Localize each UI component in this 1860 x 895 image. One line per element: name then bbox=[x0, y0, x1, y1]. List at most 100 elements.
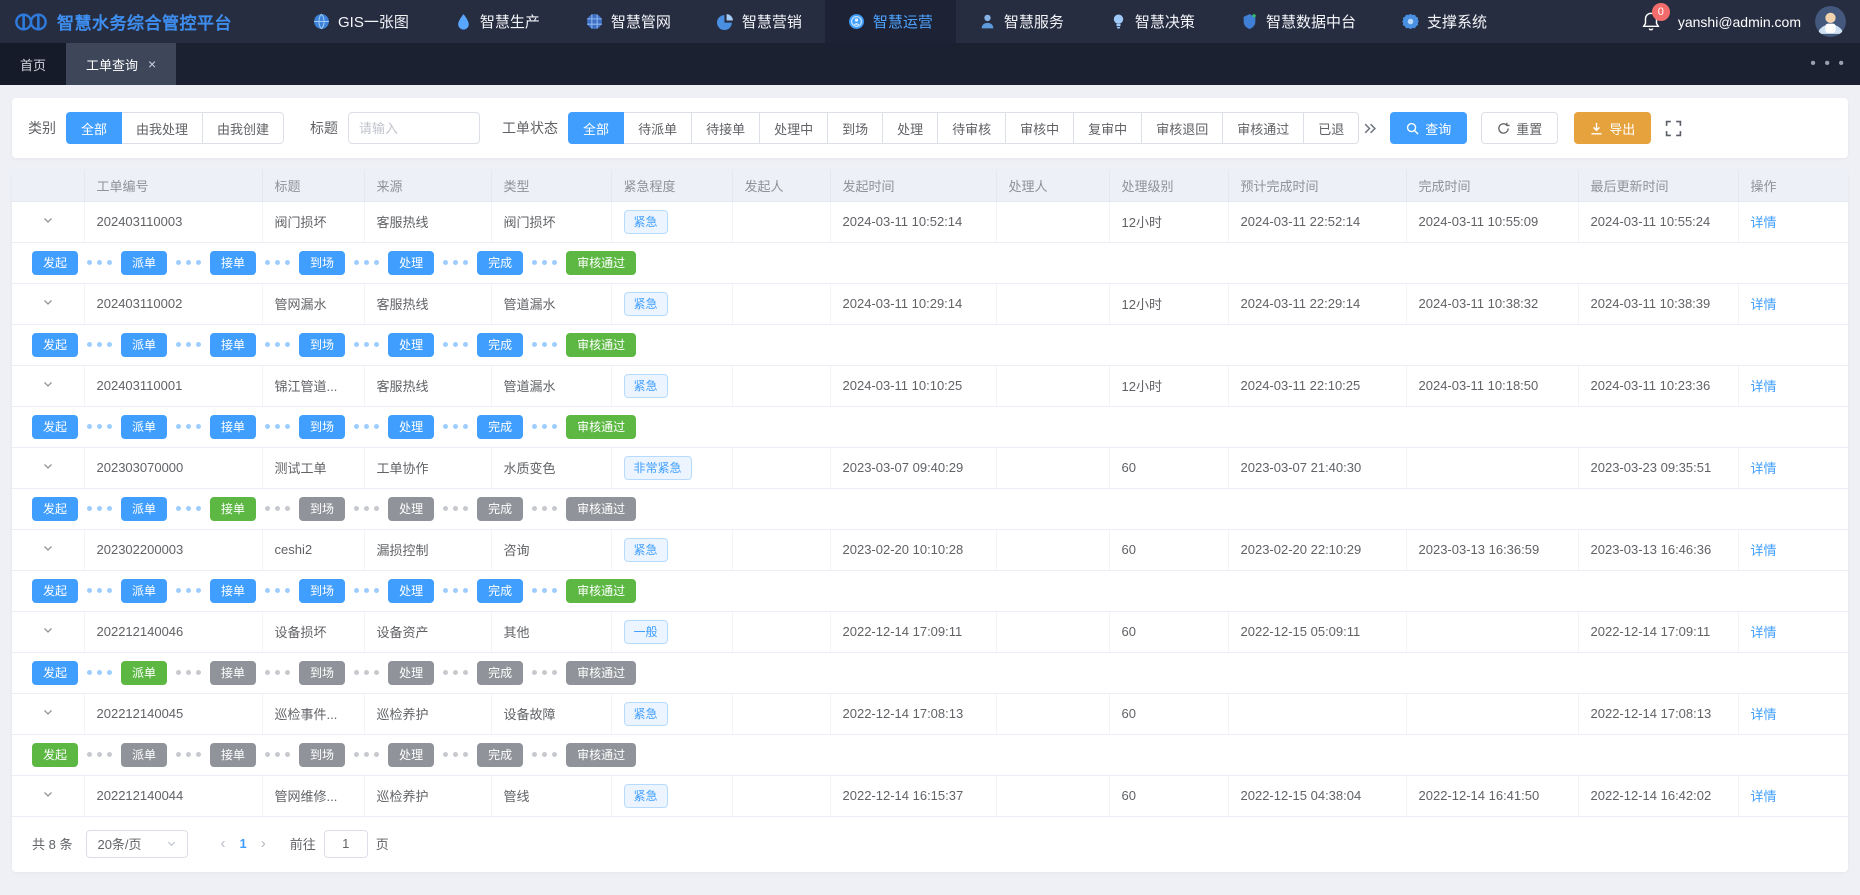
status-chip-5[interactable]: 处理 bbox=[883, 112, 938, 144]
status-chip-8[interactable]: 复审中 bbox=[1074, 112, 1142, 144]
status-chip-0[interactable]: 全部 bbox=[568, 112, 624, 144]
goto-page-input[interactable] bbox=[324, 830, 368, 858]
nav-item-4[interactable]: 智慧运营 bbox=[825, 0, 956, 43]
cell-start_time: 2024-03-11 10:29:14 bbox=[830, 283, 996, 324]
row-expander-icon[interactable] bbox=[12, 283, 84, 324]
page-size-select[interactable]: 20条/页 bbox=[86, 830, 188, 858]
status-chip-3[interactable]: 处理中 bbox=[760, 112, 828, 144]
notification-bell-icon[interactable]: 0 bbox=[1640, 10, 1664, 34]
row-expander-icon[interactable] bbox=[12, 693, 84, 734]
more-statuses-icon[interactable] bbox=[1363, 122, 1376, 135]
column-header-0: 工单编号 bbox=[84, 170, 262, 201]
category-chip-2[interactable]: 由我创建 bbox=[203, 112, 284, 144]
detail-link[interactable]: 详情 bbox=[1751, 789, 1777, 804]
table-row-5: 202212140046设备损坏设备资产其他一般2022-12-14 17:09… bbox=[12, 611, 1848, 652]
workflow-step-badge: 派单 bbox=[121, 497, 167, 521]
workflow-dots bbox=[176, 670, 201, 675]
detail-link[interactable]: 详情 bbox=[1751, 461, 1777, 476]
cell-source: 客服热线 bbox=[364, 201, 491, 242]
user-email[interactable]: yanshi@admin.com bbox=[1678, 14, 1801, 30]
detail-link[interactable]: 详情 bbox=[1751, 215, 1777, 230]
workflow-step-badge: 审核通过 bbox=[566, 333, 636, 357]
cell-order_no: 202212140045 bbox=[84, 693, 262, 734]
cell-update_time: 2022-12-14 17:08:13 bbox=[1578, 693, 1738, 734]
category-chip-0[interactable]: 全部 bbox=[66, 112, 122, 144]
cell-level: 60 bbox=[1109, 775, 1228, 816]
topbar-right: 0 yanshi@admin.com bbox=[1640, 6, 1846, 37]
status-chip-1[interactable]: 待派单 bbox=[624, 112, 692, 144]
nav-item-2[interactable]: 智慧管网 bbox=[563, 0, 694, 43]
status-chip-2[interactable]: 待接单 bbox=[692, 112, 760, 144]
row-expander-icon[interactable] bbox=[12, 365, 84, 406]
workflow-dots bbox=[87, 670, 112, 675]
cell-start_time: 2023-02-20 10:10:28 bbox=[830, 529, 996, 570]
water-drop-icon bbox=[455, 13, 472, 30]
table-row-7: 202212140044管网维修...巡检养护管线紧急2022-12-14 16… bbox=[12, 775, 1848, 816]
cell-source: 漏损控制 bbox=[364, 529, 491, 570]
cell-finish_time: 2022-12-14 16:41:50 bbox=[1406, 775, 1578, 816]
tab-overflow-menu-icon[interactable]: • • • bbox=[1810, 43, 1846, 85]
nav-item-0[interactable]: GIS一张图 bbox=[290, 0, 432, 43]
table-header-row: 工单编号标题来源类型紧急程度发起人发起时间处理人处理级别预计完成时间完成时间最后… bbox=[12, 170, 1848, 201]
workflow-dots bbox=[532, 424, 557, 429]
next-page-icon[interactable]: › bbox=[251, 835, 276, 852]
workflow-dots bbox=[176, 506, 201, 511]
status-chip-9[interactable]: 审核退回 bbox=[1142, 112, 1223, 144]
cell-finish_time bbox=[1406, 693, 1578, 734]
export-button[interactable]: 导出 bbox=[1574, 112, 1651, 144]
status-chip-6[interactable]: 待审核 bbox=[938, 112, 1006, 144]
avatar[interactable] bbox=[1815, 6, 1846, 37]
workflow-dots bbox=[265, 588, 290, 593]
workflow-step-badge: 处理 bbox=[388, 415, 434, 439]
tab-0[interactable]: 首页 bbox=[0, 43, 66, 85]
urgency-badge: 紧急 bbox=[624, 538, 668, 562]
cell-initiator bbox=[732, 447, 830, 488]
title-input[interactable] bbox=[348, 112, 480, 144]
nav-item-6[interactable]: 智慧决策 bbox=[1087, 0, 1218, 43]
fullscreen-icon[interactable] bbox=[1665, 120, 1682, 137]
cell-update_time: 2022-12-14 16:42:02 bbox=[1578, 775, 1738, 816]
prev-page-icon[interactable]: ‹ bbox=[210, 835, 235, 852]
current-page[interactable]: 1 bbox=[235, 836, 250, 851]
cell-order_no: 202403110003 bbox=[84, 201, 262, 242]
detail-link[interactable]: 详情 bbox=[1751, 707, 1777, 722]
nav-item-8[interactable]: 支撑系统 bbox=[1379, 0, 1510, 43]
workflow-step-badge: 发起 bbox=[32, 579, 78, 603]
cell-finish_time: 2024-03-11 10:38:32 bbox=[1406, 283, 1578, 324]
nav-item-3[interactable]: 智慧营销 bbox=[694, 0, 825, 43]
status-chip-7[interactable]: 审核中 bbox=[1006, 112, 1074, 144]
detail-link[interactable]: 详情 bbox=[1751, 543, 1777, 558]
row-expander-icon[interactable] bbox=[12, 529, 84, 570]
workflow-dots bbox=[265, 342, 290, 347]
status-chip-4[interactable]: 到场 bbox=[828, 112, 883, 144]
detail-link[interactable]: 详情 bbox=[1751, 297, 1777, 312]
detail-link[interactable]: 详情 bbox=[1751, 625, 1777, 640]
row-expander-icon[interactable] bbox=[12, 447, 84, 488]
nav-item-5[interactable]: 智慧服务 bbox=[956, 0, 1087, 43]
category-chip-1[interactable]: 由我处理 bbox=[122, 112, 203, 144]
column-header-2: 来源 bbox=[364, 170, 491, 201]
row-expander-icon[interactable] bbox=[12, 775, 84, 816]
reset-button[interactable]: 重置 bbox=[1481, 112, 1558, 144]
nav-item-7[interactable]: 智慧数据中台 bbox=[1218, 0, 1379, 43]
close-tab-icon[interactable]: × bbox=[148, 56, 156, 72]
cell-order_no: 202212140046 bbox=[84, 611, 262, 652]
workflow-step-badge: 发起 bbox=[32, 743, 78, 767]
workflow-step-badge: 发起 bbox=[32, 333, 78, 357]
row-expander-icon[interactable] bbox=[12, 201, 84, 242]
tab-1[interactable]: 工单查询× bbox=[66, 43, 176, 85]
nav-item-1[interactable]: 智慧生产 bbox=[432, 0, 563, 43]
row-expander-icon[interactable] bbox=[12, 611, 84, 652]
status-chip-10[interactable]: 审核通过 bbox=[1223, 112, 1304, 144]
search-button[interactable]: 查询 bbox=[1390, 112, 1467, 144]
app-title: 智慧水务综合管控平台 bbox=[57, 9, 232, 34]
cell-initiator bbox=[732, 693, 830, 734]
status-chip-11[interactable]: 已退 bbox=[1304, 112, 1359, 144]
workflow-step-badge: 完成 bbox=[477, 497, 523, 521]
cell-type: 管道漏水 bbox=[491, 365, 611, 406]
workflow-step-badge: 派单 bbox=[121, 661, 167, 685]
detail-link[interactable]: 详情 bbox=[1751, 379, 1777, 394]
workflow-dots bbox=[354, 424, 379, 429]
column-header-7: 处理人 bbox=[996, 170, 1109, 201]
workflow-dots bbox=[532, 670, 557, 675]
